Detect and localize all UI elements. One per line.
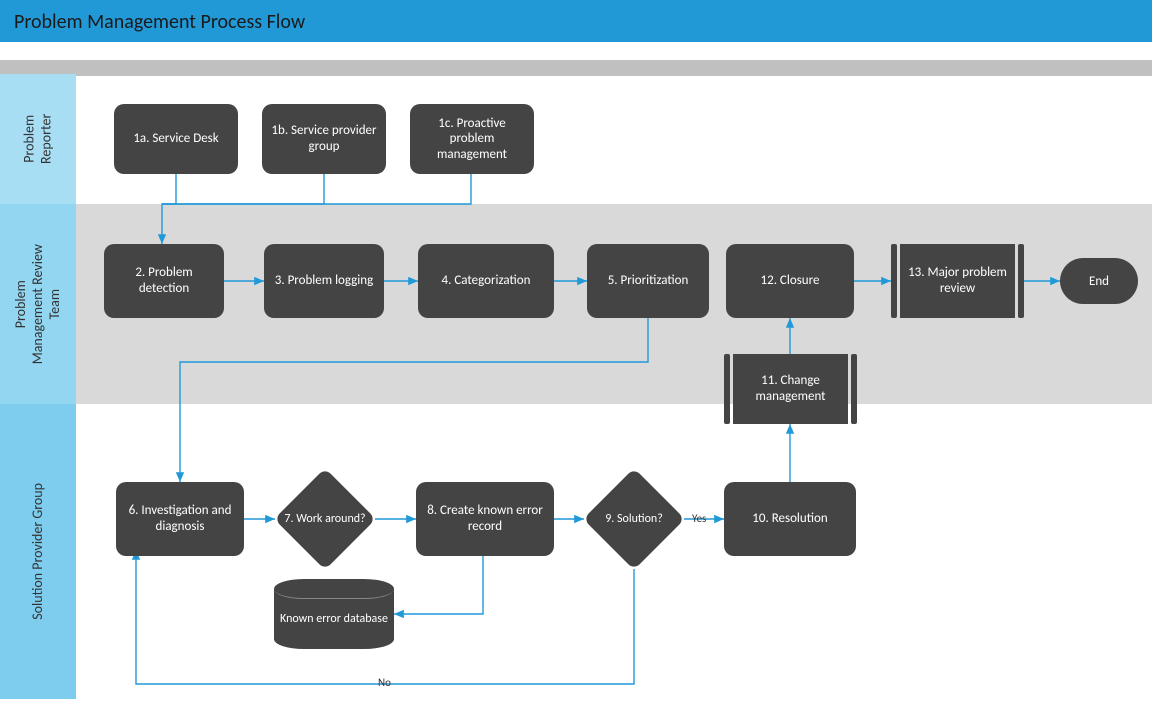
- node-11-change-management: 11. Change management: [724, 354, 857, 424]
- lane-label-reporter-text: ProblemReporter: [21, 114, 55, 164]
- node-6-investigation-and-diagnosis: 6. Investigation and diagnosis: [116, 482, 244, 556]
- diagram-canvas: 1a. Service Desk 1b. Service provider gr…: [76, 74, 1152, 701]
- lane-label-provider-group-text: Solution Provider Group: [30, 483, 47, 620]
- node-known-error-database: Known error database: [274, 579, 394, 649]
- node-12-closure: 12. Closure: [726, 244, 854, 318]
- page-title: Problem Management Process Flow: [0, 0, 1152, 42]
- edge-label-yes: Yes: [690, 512, 708, 525]
- node-7-work-around-decision: 7. Work around?: [275, 469, 375, 569]
- lane-label-provider-group: Solution Provider Group: [0, 404, 76, 699]
- node-9-solution-decision: 9. Solution?: [584, 469, 684, 569]
- edge-label-no: No: [376, 676, 393, 689]
- lane-label-reporter: ProblemReporter: [0, 74, 76, 204]
- node-end: End: [1060, 258, 1138, 304]
- node-1b-service-provider-group: 1b. Service provider group: [262, 104, 386, 174]
- node-10-resolution: 10. Resolution: [724, 482, 856, 556]
- lane-label-review-team: ProblemManagement ReviewTeam: [0, 204, 76, 404]
- node-4-categorization: 4. Categorization: [418, 244, 554, 318]
- node-1a-service-desk: 1a. Service Desk: [114, 104, 238, 174]
- node-5-prioritization: 5. Prioritization: [587, 244, 709, 318]
- node-1c-proactive-problem-management: 1c. Proactive problem management: [410, 104, 534, 174]
- lane-label-review-team-text: ProblemManagement ReviewTeam: [13, 244, 63, 364]
- node-8-create-known-error-record: 8. Create known error record: [416, 482, 554, 556]
- swimlane-labels: ProblemReporter ProblemManagement Review…: [0, 74, 76, 701]
- node-3-problem-logging: 3. Problem logging: [264, 244, 384, 318]
- page-title-text: Problem Management Process Flow: [14, 10, 305, 34]
- connectors: [76, 74, 1152, 701]
- node-13-major-problem-review: 13. Major problem review: [891, 244, 1024, 318]
- node-2-problem-detection: 2. Problem detection: [104, 244, 224, 318]
